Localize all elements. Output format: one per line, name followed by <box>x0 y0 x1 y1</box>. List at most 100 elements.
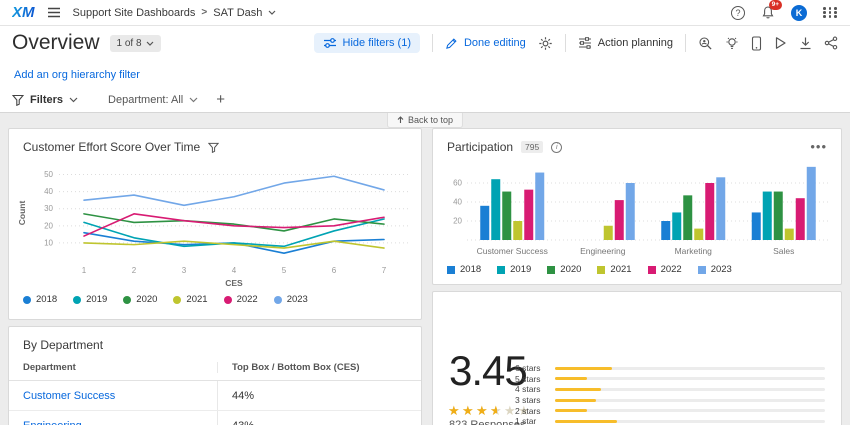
rating-row-label: 6 stars <box>515 363 547 373</box>
help-icon[interactable]: ? <box>731 6 745 20</box>
chevron-down-icon[interactable] <box>268 10 276 15</box>
svg-text:20: 20 <box>44 221 53 230</box>
settings-gear-icon[interactable] <box>538 36 553 51</box>
app-switcher-icon[interactable] <box>823 7 838 18</box>
done-editing-button[interactable]: Done editing <box>445 37 526 50</box>
topbox-value: 44% <box>217 381 421 410</box>
legend-swatch <box>497 266 505 274</box>
action-planning-label: Action planning <box>598 37 673 49</box>
toolbar-divider <box>685 34 686 52</box>
dashboard-toolbar: Hide filters (1) Done editing Action pla… <box>314 33 838 53</box>
rating-row-label: 3 stars <box>515 395 547 405</box>
svg-text:CES: CES <box>225 278 243 288</box>
mobile-preview-icon[interactable] <box>751 36 762 51</box>
svg-text:Count: Count <box>17 201 27 226</box>
legend-item-2021: 2021 <box>597 264 631 275</box>
funnel-icon <box>12 94 24 106</box>
breadcrumb-root[interactable]: Support Site Dashboards <box>73 7 196 19</box>
widget-title: By Department <box>23 338 103 352</box>
rating-bar-track <box>555 377 825 380</box>
table-row: Customer Success44% <box>9 381 421 411</box>
svg-text:2: 2 <box>132 266 137 275</box>
rating-bar-fill <box>555 420 617 423</box>
responses-count: 823 Responses <box>449 419 525 425</box>
notifications-button[interactable]: 9+ <box>761 5 775 20</box>
xm-logo[interactable]: XM <box>12 4 35 21</box>
legend-swatch <box>447 266 455 274</box>
legend-swatch <box>224 296 232 304</box>
rating-bar-track <box>555 420 825 423</box>
rating-distribution: 6 stars5 stars4 stars3 stars2 stars1 sta… <box>515 363 825 425</box>
table-row: Engineering43% <box>9 411 421 425</box>
svg-text:7: 7 <box>382 266 387 275</box>
avatar[interactable]: K <box>791 5 807 21</box>
ces-chart-legend: 201820192020202120222023 <box>9 290 421 309</box>
legend-swatch <box>698 266 706 274</box>
legend-item-2019: 2019 <box>73 294 107 305</box>
svg-text:6: 6 <box>332 266 337 275</box>
department-filter-label: Department: All <box>108 94 183 106</box>
legend-item-2023: 2023 <box>274 294 308 305</box>
share-icon[interactable] <box>824 36 838 50</box>
dashboard-window: XM Support Site Dashboards > SAT Dash ? … <box>0 0 850 425</box>
top-navigation-bar: XM Support Site Dashboards > SAT Dash ? … <box>0 0 850 26</box>
svg-text:60: 60 <box>453 179 462 188</box>
svg-text:3: 3 <box>182 266 187 275</box>
hamburger-menu-icon[interactable] <box>47 7 61 18</box>
download-icon[interactable] <box>799 36 812 50</box>
svg-text:50: 50 <box>44 170 53 179</box>
page-selector[interactable]: 1 of 8 <box>110 35 161 52</box>
back-to-top-button[interactable]: Back to top <box>387 113 463 128</box>
topbar-actions: ? 9+ K <box>731 5 838 21</box>
column-header-department[interactable]: Department <box>9 362 217 373</box>
legend-swatch <box>173 296 181 304</box>
chevron-down-icon[interactable] <box>69 97 78 103</box>
hide-filters-button[interactable]: Hide filters (1) <box>314 33 420 53</box>
action-planning-button[interactable]: Action planning <box>578 37 673 49</box>
user-search-icon[interactable] <box>698 36 713 51</box>
add-org-hierarchy-filter-link[interactable]: Add an org hierarchy filter <box>14 69 140 81</box>
star-icon: ★★ <box>462 404 476 417</box>
participation-chart-legend: 201820192020202120222023 <box>433 260 841 279</box>
legend-swatch <box>23 296 31 304</box>
sliders-icon <box>323 37 337 49</box>
toolbar-divider <box>432 34 433 52</box>
rating-row: 4 stars <box>515 384 825 395</box>
svg-text:Engineering: Engineering <box>580 246 626 256</box>
column-header-topbox[interactable]: Top Box / Bottom Box (CES) <box>217 362 421 373</box>
filter-bar: Filters Department: All + <box>12 92 225 107</box>
rating-row: 6 stars <box>515 363 825 374</box>
info-icon[interactable]: i <box>551 142 562 153</box>
department-link[interactable]: Engineering <box>9 411 217 425</box>
filters-dropdown[interactable]: Filters <box>30 94 63 106</box>
play-icon[interactable] <box>774 36 787 50</box>
funnel-icon[interactable] <box>208 142 219 153</box>
legend-item-2018: 2018 <box>23 294 57 305</box>
more-options-icon[interactable]: ••• <box>810 144 827 151</box>
hide-filters-label: Hide filters (1) <box>343 37 411 49</box>
breadcrumb-current[interactable]: SAT Dash <box>213 7 262 19</box>
department-filter[interactable]: Department: All <box>108 94 198 106</box>
legend-swatch <box>547 266 555 274</box>
svg-text:30: 30 <box>44 204 53 213</box>
ces-line-chart: 10203040501234567CESCount <box>13 158 419 290</box>
legend-item-2021: 2021 <box>173 294 207 305</box>
rating-row-label: 5 stars <box>515 374 547 384</box>
arrow-up-icon <box>397 116 404 124</box>
topbox-value: 43% <box>217 411 421 425</box>
svg-text:40: 40 <box>44 187 53 196</box>
rating-bar-track <box>555 409 825 412</box>
svg-text:Customer Success: Customer Success <box>477 246 548 256</box>
department-link[interactable]: Customer Success <box>9 381 217 410</box>
star-rating-widget: 3.45 ★★★★★★★★★★★★ 823 Responses 6 stars5… <box>432 291 842 425</box>
legend-item-2020: 2020 <box>547 264 581 275</box>
rating-bar-fill <box>555 377 587 380</box>
chevron-down-icon <box>189 97 198 103</box>
lightbulb-icon[interactable] <box>725 36 739 51</box>
legend-swatch <box>274 296 282 304</box>
rating-row-label: 1 star <box>515 416 547 425</box>
add-filter-button[interactable]: + <box>216 92 225 107</box>
breadcrumb: Support Site Dashboards > SAT Dash <box>73 7 277 19</box>
svg-text:Marketing: Marketing <box>675 246 713 256</box>
rating-row: 1 star <box>515 416 825 425</box>
